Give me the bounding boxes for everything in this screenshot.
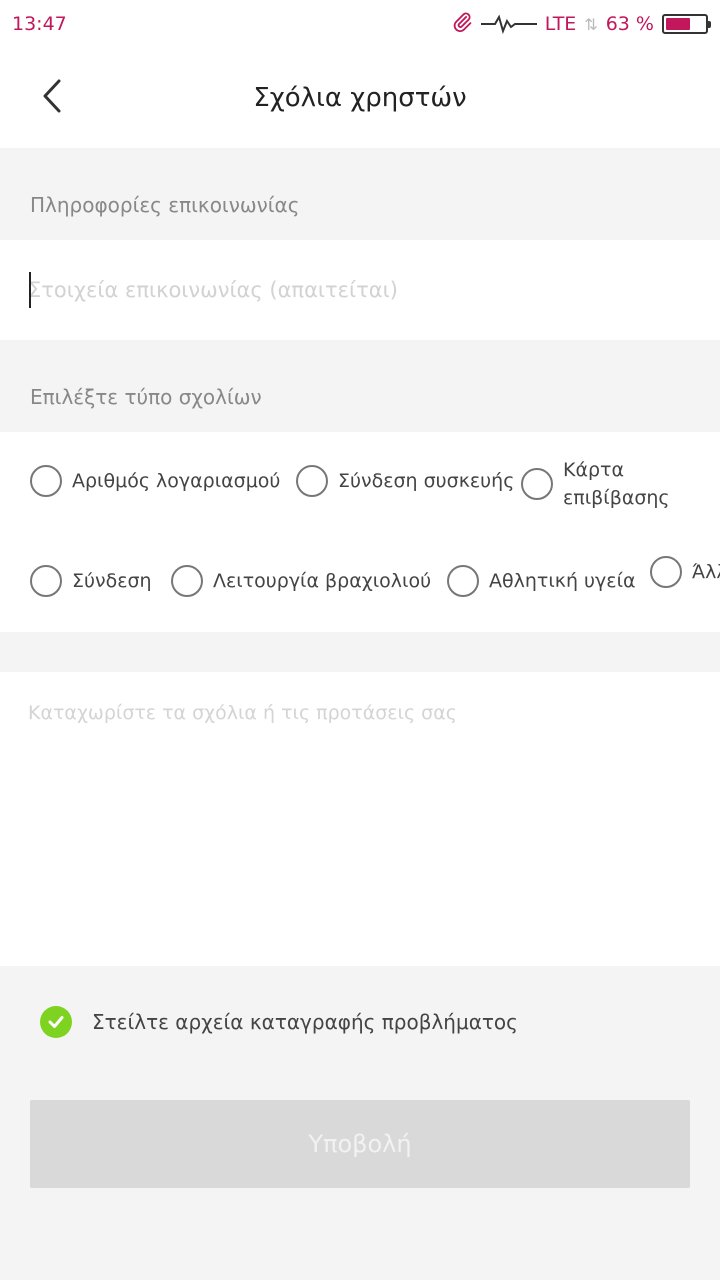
radio-label: Αθλητική υγεία <box>489 570 636 592</box>
radio-option-device-connection[interactable]: Σύνδεση συσκευής <box>296 465 514 497</box>
radio-label: Σύνδεση <box>72 570 152 592</box>
contact-input[interactable] <box>28 270 698 310</box>
feedback-container <box>0 672 720 966</box>
battery-icon <box>662 14 711 34</box>
contact-section-label: Πληροφορίες επικοινωνίας <box>30 193 300 217</box>
page-title: Σχόλια χρηστών <box>253 83 467 113</box>
radio-circle <box>447 565 479 597</box>
radio-label: Σύνδεση συσκευής <box>338 470 515 492</box>
radio-label: Άλλα <box>692 561 720 583</box>
status-icons: LTE ⇅ 63 % <box>451 11 711 38</box>
send-logs-label: Στείλτε αρχεία καταγραφής προβλήματος <box>92 1010 518 1034</box>
back-button[interactable] <box>30 76 74 120</box>
radio-option-sport-health[interactable]: Αθλητική υγεία <box>447 565 636 597</box>
text-cursor <box>29 272 31 308</box>
radio-option-band-function[interactable]: Λειτουργία βραχιολιού <box>171 565 431 597</box>
radio-label: Αριθμός λογαριασμού <box>72 470 281 492</box>
feedback-type-section-label: Επιλέξτε τύπο σχολίων <box>30 385 262 409</box>
radio-option-account[interactable]: Αριθμός λογαριασμού <box>30 465 280 497</box>
radio-circle <box>521 468 553 500</box>
contact-field-container <box>0 240 720 340</box>
radio-option-other[interactable]: Άλλα <box>650 556 720 588</box>
battery-level <box>666 18 690 30</box>
radio-circle <box>30 465 62 497</box>
feedback-type-options: Αριθμός λογαριασμού Σύνδεση συσκευής Κάρ… <box>0 432 720 632</box>
submit-button[interactable]: Υποβολή <box>30 1100 690 1188</box>
status-time: 13:47 <box>12 13 67 35</box>
radio-option-connection[interactable]: Σύνδεση <box>30 565 152 597</box>
radio-circle <box>30 565 62 597</box>
radio-option-boarding-card[interactable]: Κάρτα επιβίβασης <box>521 456 703 512</box>
status-bar: 13:47 LTE ⇅ 63 % <box>0 0 720 48</box>
radio-circle <box>171 565 203 597</box>
radio-circle <box>296 465 328 497</box>
send-logs-checkbox[interactable]: Στείλτε αρχεία καταγραφής προβλήματος <box>40 1006 518 1038</box>
feedback-textarea[interactable] <box>28 702 692 942</box>
battery-percent: 63 % <box>605 13 654 35</box>
attachment-icon <box>451 11 473 38</box>
checkmark-icon <box>40 1006 72 1038</box>
data-arrows-icon: ⇅ <box>584 14 598 34</box>
app-bar: Σχόλια χρηστών <box>0 48 720 148</box>
radio-label: Λειτουργία βραχιολιού <box>213 570 432 592</box>
radio-label: Κάρτα επιβίβασης <box>563 459 670 509</box>
pulse-icon <box>480 13 537 35</box>
chevron-left-icon <box>40 78 64 118</box>
radio-circle <box>650 556 682 588</box>
network-type: LTE <box>544 13 577 35</box>
